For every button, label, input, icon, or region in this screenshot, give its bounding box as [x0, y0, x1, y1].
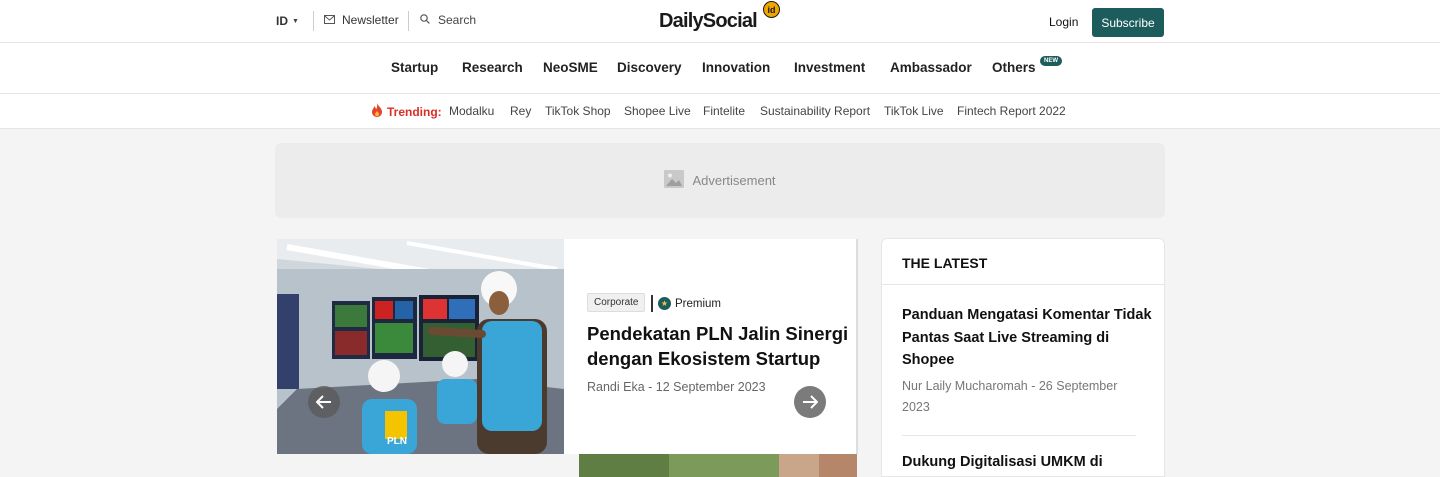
new-badge: NEW [1040, 56, 1062, 66]
nav-item-others[interactable]: Others [992, 60, 1036, 75]
latest-heading: THE LATEST [902, 255, 988, 271]
latest-item-title[interactable]: Panduan Mengatasi Komentar Tidak Pantas … [902, 304, 1152, 372]
subscribe-button[interactable]: Subscribe [1092, 8, 1164, 37]
logo-badge: id [763, 1, 780, 18]
star-badge-icon: ★ [658, 297, 671, 310]
main-nav: Startup Research NeoSME Discovery Innova… [0, 43, 1440, 94]
nav-item-ambassador[interactable]: Ambassador [890, 60, 972, 75]
latest-item-title[interactable]: Dukung Digitalisasi UMKM di [902, 451, 1152, 474]
nav-item-innovation[interactable]: Innovation [702, 60, 770, 75]
divider [408, 11, 409, 31]
featured-article-title[interactable]: Pendekatan PLN Jalin Sinergi dengan Ekos… [587, 321, 849, 371]
featured-article-card[interactable]: PLN Corporate ★ Premium Pendekatan PLN J… [277, 239, 858, 454]
category-tag[interactable]: Corporate [587, 293, 646, 312]
featured-article-meta: Randi Eka - 12 September 2023 [587, 380, 766, 394]
fire-icon [371, 103, 383, 120]
mail-icon [324, 13, 335, 27]
trending-item[interactable]: Modalku [449, 104, 494, 118]
trending-item[interactable]: Fintelite [703, 104, 745, 118]
language-code: ID [276, 14, 288, 28]
arrow-right-icon[interactable] [794, 386, 826, 418]
nav-item-investment[interactable]: Investment [794, 60, 865, 75]
newsletter-link[interactable]: Newsletter [324, 13, 399, 27]
trending-item[interactable]: Rey [510, 104, 531, 118]
arrow-left-icon[interactable] [308, 386, 340, 418]
premium-label: Premium [675, 297, 722, 310]
trending-item[interactable]: Fintech Report 2022 [957, 104, 1066, 118]
advertisement-banner[interactable]: Advertisement [275, 143, 1165, 218]
featured-article-image[interactable]: PLN [277, 239, 564, 454]
latest-header: THE LATEST [882, 239, 1164, 285]
nav-item-research[interactable]: Research [462, 60, 523, 75]
trending-item[interactable]: Shopee Live [624, 104, 691, 118]
newsletter-label: Newsletter [342, 13, 399, 27]
search-icon [420, 13, 430, 27]
nav-item-neosme[interactable]: NeoSME [543, 60, 598, 75]
divider [651, 295, 653, 312]
login-link[interactable]: Login [1049, 15, 1078, 29]
search-button[interactable]: Search [420, 13, 476, 27]
latest-item-meta: Nur Laily Mucharomah - 26 September 2023 [902, 379, 1118, 414]
latest-panel: THE LATEST Panduan Mengatasi Komentar Ti… [881, 238, 1165, 477]
advertisement-label: Advertisement [692, 173, 776, 188]
divider [313, 11, 314, 31]
premium-badge: ★ Premium [658, 297, 721, 310]
site-logo[interactable]: DailySocial [659, 10, 758, 33]
secondary-article-image[interactable] [579, 454, 857, 477]
pln-logo-text: PLN [387, 436, 407, 447]
divider [902, 435, 1136, 436]
nav-item-discovery[interactable]: Discovery [617, 60, 682, 75]
nav-item-startup[interactable]: Startup [391, 60, 438, 75]
language-selector[interactable]: ID ▼ [276, 14, 299, 28]
caret-down-icon: ▼ [292, 17, 299, 25]
trending-label: Trending: [387, 105, 442, 119]
image-icon [664, 170, 685, 191]
search-label: Search [438, 13, 477, 27]
top-bar: ID ▼ Newsletter Search DailySocial id Lo… [0, 0, 1440, 43]
trending-item[interactable]: TikTok Shop [545, 104, 611, 118]
trending-item[interactable]: Sustainability Report [760, 104, 870, 118]
trending-bar: Trending: Modalku Rey TikTok Shop Shopee… [0, 94, 1440, 129]
trending-item[interactable]: TikTok Live [884, 104, 944, 118]
